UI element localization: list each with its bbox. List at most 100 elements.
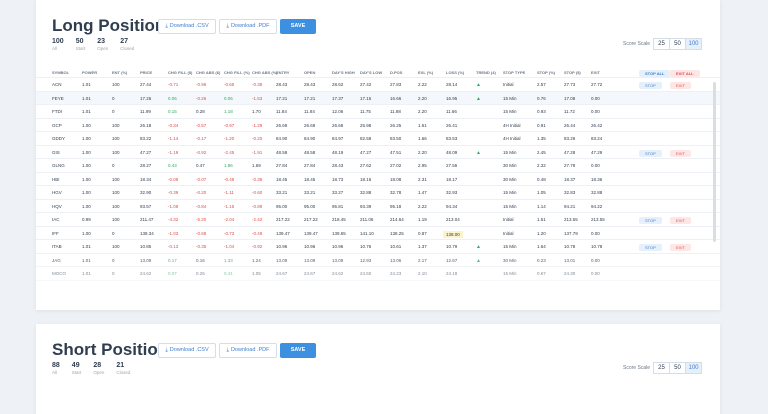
cell-days-high: 26.68 (332, 122, 344, 128)
column-header-stop-pct: STOP (%) (537, 70, 556, 75)
cell-exit-action[interactable]: EXIT (670, 217, 691, 224)
cell-chg-fill-pct: -1.15 (224, 203, 235, 209)
cell-stop-action[interactable]: STOP (639, 244, 662, 251)
cell-days-low: 17.15 (360, 95, 372, 101)
scale-option-25[interactable]: 25 (653, 362, 670, 374)
cell-entry: 26.69 (276, 122, 288, 128)
table-row[interactable]: GCP 1.00 100 26.18 -0.34 -0.57 -0.97 -1.29 26.69… (36, 119, 720, 132)
table-row[interactable]: MOCO 1.01 0 24.62 0.07 0.26 0.41 1.05 24.67 24.67… (36, 267, 720, 281)
cell-chg-fill-pct: -1.04 (224, 244, 235, 249)
cell-symbol: ACN (52, 82, 62, 87)
short-download-pdf-button[interactable]: ⤓ Download .PDF (219, 342, 277, 358)
cell-chg-fill-pct: -0.73 (224, 230, 235, 236)
cell-chg-fill-pct: -0.97 (224, 122, 235, 128)
table-row[interactable]: FEYE 1.01 0 17.26 0.05 -0.26 0.05 -1.53 17.21 17.… (36, 91, 720, 105)
cell-stop-action[interactable]: STOP (639, 149, 662, 157)
cell-stop-usd: 10.78 (564, 244, 576, 249)
cell-days-low: 10.76 (360, 244, 372, 249)
cell-stop-action[interactable]: STOP (639, 82, 662, 89)
column-header-symbol: SYMBOL (52, 70, 70, 75)
scale-option-100[interactable]: 100 (685, 362, 702, 374)
cell-chg-fill: -1.19 (168, 149, 179, 155)
column-header-exit-action[interactable]: EXIT ALL (670, 70, 700, 77)
table-row[interactable]: GLNG 1.00 0 28.27 0.43 0.47 1.86 1.69 27.84 27.84… (36, 159, 720, 173)
table-row[interactable]: GIS 1.00 100 47.27 -1.19 -0.92 -2.45 -1.91 48.58… (36, 146, 720, 159)
cell-chg-fill: -0.39 (168, 190, 179, 195)
table-row[interactable]: HQV 1.00 100 93.57 -1.08 -0.84 -1.15 -0.89 95.00… (36, 200, 720, 213)
cell-power: 1.00 (82, 163, 91, 168)
cell-stop-action[interactable]: STOP (639, 217, 662, 224)
cell-d-pos: 13.06 (390, 257, 402, 263)
cell-days-low: 32.88 (360, 190, 372, 195)
cell-days-low: 25.98 (360, 122, 372, 128)
table-row[interactable]: IAC 0.99 100 211.47 -4.32 -5.20 -2.04 -2.42 217.… (36, 213, 720, 227)
cell-loss: 48.09 (446, 149, 458, 155)
cell-exit: 47.29 (591, 149, 603, 155)
cell-chg-abs: -0.26 (196, 95, 207, 101)
long-positions-table: SYMBOL POWER ENT (%) PRICE CHG FILL ($) CHG A… (36, 66, 720, 281)
cell-stop-type: Initial (503, 217, 514, 222)
cell-exl: 2.20 (418, 95, 427, 101)
column-header-exit: EXIT (591, 70, 600, 75)
table-row[interactable]: ACN 1.01 100 27.44 -0.71 -0.96 -0.65 -0.38 28.43… (36, 78, 720, 92)
cell-power: 1.01 (82, 257, 91, 263)
cell-symbol: GDDY (52, 136, 66, 141)
cell-stop-usd: 94.21 (564, 203, 576, 209)
cell-chg-abs: -0.68 (196, 230, 207, 236)
cell-open: 28.43 (304, 82, 316, 87)
cell-stop-type: 15 Min (503, 271, 517, 276)
cell-chg-abs-pct: -1.91 (252, 149, 263, 155)
table-scrollbar[interactable] (713, 82, 716, 242)
cell-chg-abs: 0.28 (196, 109, 205, 114)
cell-symbol: GCP (52, 122, 62, 128)
scale-option-100[interactable]: 100 (685, 38, 702, 50)
cell-chg-abs-pct: -0.60 (252, 190, 263, 195)
cell-stop-usd: 47.28 (564, 149, 576, 155)
scale-option-50[interactable]: 50 (669, 38, 686, 50)
cell-stop-usd: 17.08 (564, 95, 576, 101)
cell-exit-action[interactable]: EXIT (670, 82, 691, 89)
long-download-csv-button[interactable]: ⤓ Download .CSV (158, 18, 216, 34)
cell-power: 1.00 (82, 190, 91, 195)
cell-chg-fill: -0.13 (168, 244, 179, 249)
table-row[interactable]: HBI 1.00 100 18.34 -0.09 -0.07 -0.49 -0.38 18.45… (36, 173, 720, 186)
cell-entry: 84.90 (276, 136, 288, 141)
cell-days-low: 82.58 (360, 136, 372, 141)
table-row[interactable]: IFF 1.00 0 138.34 -1.03 -0.68 -0.73 -0.49 139.47… (36, 227, 720, 240)
cell-entry: 17.21 (276, 95, 288, 101)
long-save-button[interactable]: SAVE (280, 18, 316, 34)
short-title: Short Positions (52, 340, 178, 359)
table-row[interactable]: FTDI 1.01 0 11.99 0.15 0.28 1.18 1.70 11.84 11.84… (36, 105, 720, 119)
cell-open: 13.09 (304, 257, 316, 263)
cell-ent: 100 (112, 190, 120, 195)
cell-exit-action[interactable]: EXIT (670, 149, 691, 157)
cell-loss: 28.14 (446, 82, 458, 87)
long-download-pdf-button[interactable]: ⤓ Download .PDF (219, 18, 277, 34)
cell-entry: 48.58 (276, 149, 288, 155)
cell-chg-fill-pct: 1.33 (224, 257, 233, 263)
cell-chg-fill-pct: 0.41 (224, 271, 233, 276)
cell-exit-action[interactable]: EXIT (670, 244, 691, 251)
cell-chg-abs: -0.96 (196, 82, 207, 87)
table-row[interactable]: GDDY 1.00 100 83.22 -1.14 -0.17 -1.20 -0.20 84.9… (36, 132, 720, 146)
cell-chg-fill: -0.09 (168, 176, 179, 182)
cell-ent: 0 (112, 163, 115, 168)
cell-ent: 0 (112, 230, 115, 236)
cell-chg-abs: 0.47 (196, 163, 205, 168)
table-row[interactable]: ITAB 1.01 100 10.85 -0.13 -0.35 -1.04 -0.92 10.9… (36, 240, 720, 254)
column-header-stop-action[interactable]: STOP ALL (639, 70, 671, 77)
cell-loss: 213.04 (446, 217, 460, 222)
scale-option-50[interactable]: 50 (669, 362, 686, 374)
cell-days-high: 24.62 (332, 271, 344, 276)
table-row[interactable]: JAG 1.01 0 13.09 0.17 0.16 1.33 1.24 13.09 13.09 1… (36, 254, 720, 267)
cell-price: 47.27 (140, 149, 152, 155)
short-download-csv-button[interactable]: ⤓ Download .CSV (158, 342, 216, 358)
cell-loss: 18.17 (446, 176, 458, 182)
table-row[interactable]: HGV 1.00 100 32.90 -0.39 -0.20 -1.11 -0.60 33.21… (36, 186, 720, 200)
short-save-button[interactable]: SAVE (280, 342, 316, 358)
cell-stop-usd: 24.30 (564, 271, 576, 276)
short-header: Short Positions ⤓ Download .CSV ⤓ Download… (52, 340, 316, 360)
scale-option-25[interactable]: 25 (653, 38, 670, 50)
cell-entry: 13.09 (276, 257, 288, 263)
cell-d-pos: 10.61 (390, 244, 402, 249)
